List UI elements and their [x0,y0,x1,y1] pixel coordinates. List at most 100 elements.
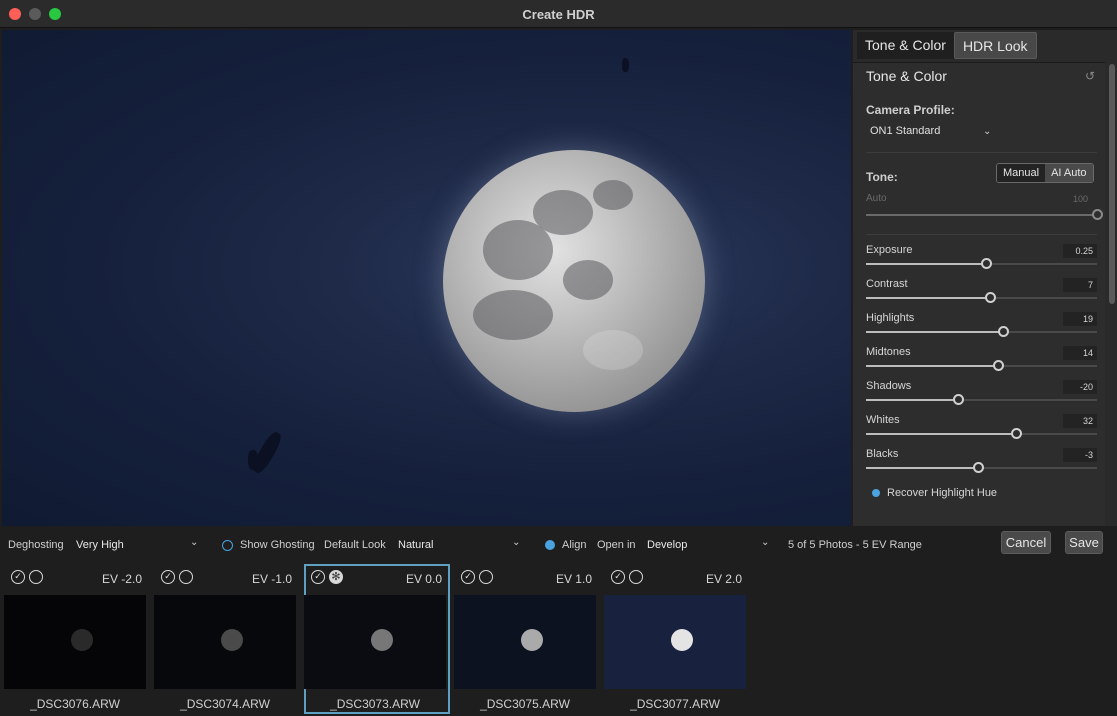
chevron-down-icon[interactable]: ⌄ [761,537,769,548]
thumbnail[interactable]: ✓ EV 2.0 _DSC3077.ARW [604,564,750,714]
save-button[interactable]: Save [1065,531,1103,554]
filmstrip: ✓ EV -2.0 _DSC3076.ARW ✓ EV -1.0 _DSC307… [0,562,1117,716]
chevron-down-icon[interactable]: ⌄ [512,537,520,548]
chevron-down-icon[interactable]: ⌄ [983,126,991,137]
include-check-icon[interactable]: ✓ [611,570,625,584]
show-ghosting-label[interactable]: Show Ghosting [240,539,315,551]
slider-track[interactable] [866,292,1097,303]
slider-track[interactable] [866,394,1097,405]
thumbnail-image [4,595,146,689]
thumbnail[interactable]: ✓ EV -1.0 _DSC3074.ARW [154,564,300,714]
slider-value[interactable]: 0.25 [1063,244,1097,258]
slider-label: Whites [866,414,900,426]
thumbnail-image [304,595,446,689]
cancel-button[interactable]: Cancel [1001,531,1051,554]
slider-handle[interactable] [973,462,985,473]
camera-profile-select[interactable]: ON1 Standard [870,125,940,137]
base-exposure-ring-icon[interactable] [29,570,43,584]
default-look-label: Default Look [324,539,386,551]
default-look-select[interactable]: Natural [398,539,433,551]
thumbnail-image [454,595,596,689]
slider-track[interactable] [866,360,1097,371]
moon-image [443,150,705,412]
tab-tone-color[interactable]: Tone & Color [857,32,954,59]
tone-mode-ai-auto[interactable]: AI Auto [1045,164,1093,182]
recover-highlight-label: Recover Highlight Hue [887,487,998,499]
base-exposure-ring-icon[interactable] [479,570,493,584]
thumbnail-filename: _DSC3077.ARW [630,697,720,711]
title-bar: Create HDR [0,0,1117,28]
slider-value[interactable]: 32 [1063,414,1097,428]
slider-value[interactable]: 7 [1063,278,1097,292]
include-check-icon[interactable]: ✓ [11,570,25,584]
show-ghosting-radio-icon[interactable] [222,540,233,551]
thumbnail-image [154,595,296,689]
slider-label: Midtones [866,346,911,358]
reset-icon[interactable]: ↺ [1085,70,1097,82]
thumbnail[interactable]: ✓ EV -2.0 _DSC3076.ARW [4,564,150,714]
radio-on-icon [872,489,880,497]
tab-hdr-look[interactable]: HDR Look [953,32,1037,59]
slider-handle[interactable] [998,326,1010,337]
align-radio-icon[interactable] [545,540,555,550]
slider-track[interactable] [866,326,1097,337]
ev-label: EV -1.0 [251,572,292,586]
slider-blacks[interactable]: Blacks -3 [866,448,1097,478]
slider-shadows[interactable]: Shadows -20 [866,380,1097,410]
slider-highlights[interactable]: Highlights 19 [866,312,1097,342]
chevron-down-icon[interactable]: ⌄ [190,537,198,548]
ev-label: EV 1.0 [555,572,592,586]
slider-whites[interactable]: Whites 32 [866,414,1097,444]
thumbnail-filename: _DSC3076.ARW [30,697,120,711]
include-check-icon[interactable]: ✓ [461,570,475,584]
adjustment-panel: Tone & Color HDR Look Tone & Color ↺ Cam… [853,30,1117,526]
slider-handle[interactable] [984,292,996,303]
slider-value[interactable]: 19 [1063,312,1097,326]
slider-track[interactable] [866,428,1097,439]
slider-value[interactable]: -20 [1063,380,1097,394]
base-exposure-ring-icon[interactable] [179,570,193,584]
tone-mode-manual[interactable]: Manual [997,164,1046,182]
camera-profile-label: Camera Profile: [866,103,955,117]
aperture-icon[interactable]: ✻ [329,570,343,584]
thumbnail[interactable]: ✓ EV 1.0 _DSC3075.ARW [454,564,600,714]
ev-label: EV 0.0 [405,572,442,586]
slider-midtones[interactable]: Midtones 14 [866,346,1097,376]
include-check-icon[interactable]: ✓ [161,570,175,584]
slider-handle[interactable] [1011,428,1023,439]
auto-slider[interactable] [866,195,1103,225]
panel-scrollbar[interactable] [1109,64,1115,304]
deghosting-select[interactable]: Very High [76,539,124,551]
slider-handle[interactable] [992,360,1004,371]
section-title: Tone & Color [866,68,947,84]
include-check-icon[interactable]: ✓ [311,570,325,584]
slider-handle[interactable] [981,258,993,269]
thumbnail-filename: _DSC3073.ARW [330,697,420,711]
tone-mode-toggle: Manual AI Auto [996,163,1094,183]
slider-label: Highlights [866,312,915,324]
tone-label: Tone: [866,170,898,184]
divider [866,152,1097,153]
window-title: Create HDR [522,7,595,22]
hdr-preview-image[interactable] [2,30,851,526]
align-label[interactable]: Align [562,539,586,551]
deghosting-label: Deghosting [8,539,64,551]
slider-contrast[interactable]: Contrast 7 [866,278,1097,308]
slider-label: Contrast [866,278,908,290]
base-exposure-ring-icon[interactable] [629,570,643,584]
thumbnail-filename: _DSC3075.ARW [480,697,570,711]
slider-label: Exposure [866,244,913,256]
open-in-select[interactable]: Develop [647,539,687,551]
slider-exposure[interactable]: Exposure 0.25 [866,244,1097,274]
thumbnail-selected[interactable]: ✓ ✻ EV 0.0 _DSC3073.ARW [304,564,450,714]
options-bar: Deghosting Very High ⌄ Show Ghosting Def… [0,528,1117,562]
slider-track[interactable] [866,462,1097,473]
slider-value[interactable]: -3 [1063,448,1097,462]
slider-value[interactable]: 14 [1063,346,1097,360]
divider [866,234,1097,235]
slider-handle[interactable] [953,394,965,405]
ev-label: EV 2.0 [705,572,742,586]
slider-label: Blacks [866,448,899,460]
thumbnail-image [604,595,746,689]
slider-track[interactable] [866,258,1097,269]
